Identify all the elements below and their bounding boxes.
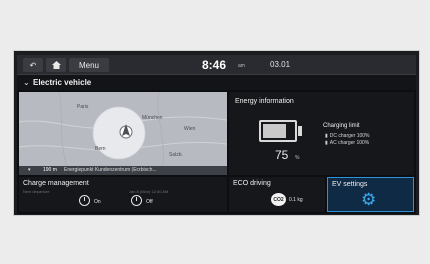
eco-driving-title: ECO driving: [233, 180, 271, 187]
section-header: ⌄ Electric vehicle: [17, 75, 416, 90]
clock-ampm: am: [238, 63, 245, 69]
map-tile[interactable]: Paris München Wien Bern Salzb. ▾ 190 m E…: [19, 92, 227, 175]
destination-icon: ▾: [28, 167, 31, 173]
dc-limit-row: ▮ DC charger 100%: [325, 133, 370, 139]
map-city-label: Wien: [184, 126, 196, 132]
energy-information-tile[interactable]: Energy information 75 % Charging limit ▮…: [229, 92, 414, 175]
co2-icon: CO2: [271, 193, 286, 206]
home-button[interactable]: [46, 58, 66, 72]
back-button[interactable]: ↶: [23, 58, 43, 72]
charge-schedule-date: Jan 8 (Mon) 12:00 AM: [129, 189, 169, 194]
schedule-clock-icon: [79, 195, 90, 206]
home-icon: [51, 61, 61, 69]
map-destination-bar: ▾ 190 m Energiepunkt Kundenzentrum (Erzb…: [19, 166, 227, 175]
map-graphic: [19, 92, 227, 175]
map-city-label: Paris: [77, 104, 89, 110]
eco-value: 0.1 kg: [289, 197, 303, 203]
map-city-label: Salzb.: [169, 152, 183, 158]
map-place-name: Energiepunkt Kundenzentrum (Erzbisch...: [64, 167, 157, 173]
dc-limit-text: DC charger 100%: [329, 133, 370, 139]
schedule-clock-icon: [131, 195, 142, 206]
ev-settings-tile[interactable]: EV settings ⚙: [327, 177, 414, 212]
menu-label: Menu: [78, 60, 99, 70]
map-city-label: München: [142, 115, 163, 121]
map-distance: 190 m: [43, 167, 57, 173]
charging-limit-title: Charging limit: [323, 123, 360, 129]
clock-time: 8:46: [202, 58, 227, 72]
energy-title: Energy information: [235, 98, 294, 105]
battery-icon: [259, 120, 297, 142]
ac-limit-row: ▮ AC charger 100%: [325, 140, 369, 146]
battery-percent-unit: %: [295, 155, 300, 161]
charge-next-departure: Next departure: [23, 189, 50, 194]
menu-button[interactable]: Menu: [69, 58, 109, 72]
co2-label: CO2: [273, 196, 284, 203]
chevron-down-icon[interactable]: ⌄: [23, 78, 30, 87]
map-city-label: Bern: [95, 146, 106, 152]
charge-management-title: Charge management: [23, 180, 89, 187]
schedule-state-on: On: [94, 199, 101, 205]
clock-date: 03.01: [270, 60, 291, 69]
infotainment-screen: ↶ Menu 8:46 am 03.01 ⌄ Electric vehicle: [17, 55, 416, 214]
battery-percent: 75: [275, 148, 289, 162]
gear-icon: ⚙: [361, 190, 377, 209]
schedule-state-off: Off: [146, 199, 153, 205]
charge-management-tile[interactable]: Charge management Next departure Jan 8 (…: [19, 177, 227, 212]
ac-plug-icon: ▮: [325, 140, 328, 146]
battery-level: [263, 124, 286, 138]
ev-settings-title: EV settings: [332, 181, 368, 188]
eco-driving-tile[interactable]: ECO driving CO2 0.1 kg: [229, 177, 325, 212]
ac-limit-text: AC charger 100%: [329, 140, 370, 146]
page-title: Electric vehicle: [33, 78, 92, 87]
top-bar: ↶ Menu 8:46 am 03.01: [17, 55, 416, 75]
back-arrow-icon: ↶: [29, 60, 37, 70]
battery-tip: [298, 126, 302, 136]
dc-plug-icon: ▮: [325, 133, 328, 139]
